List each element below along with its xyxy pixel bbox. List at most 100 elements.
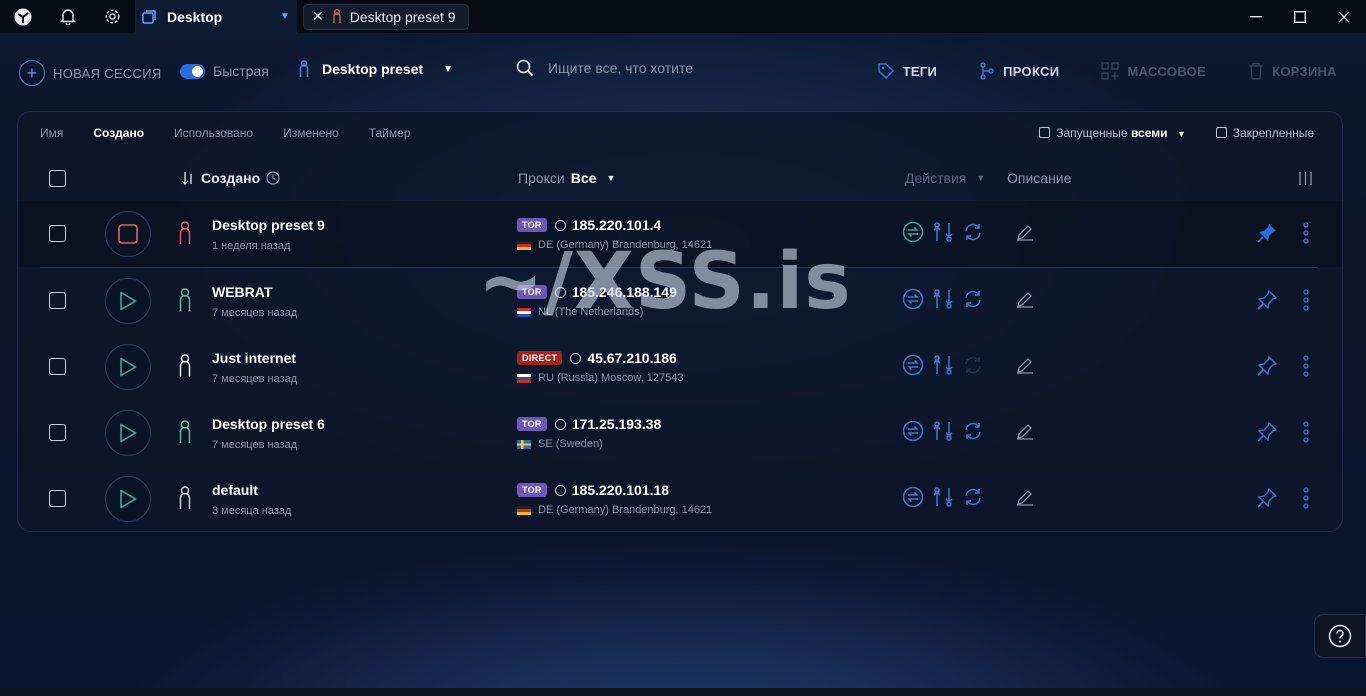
preset-selector[interactable]: Desktop preset ▼ — [298, 60, 453, 78]
pin-icon[interactable] — [1256, 289, 1278, 316]
pinned-checkbox[interactable] — [1215, 127, 1227, 138]
filter-options: Запущенные всеми ▼ Закрепленные — [1039, 126, 1314, 140]
more-options-icon[interactable] — [1303, 487, 1309, 514]
table-header: Создано Прокси Все ▼ Действия ▼ Описание — [18, 158, 1342, 200]
edit-description-icon[interactable] — [1016, 488, 1034, 511]
bell-icon[interactable] — [45, 0, 90, 33]
play-button[interactable] — [105, 278, 151, 324]
proxy-geo: RU (Russia) Moscow, 127543 — [517, 372, 684, 384]
session-name[interactable]: Desktop preset 9 — [212, 217, 325, 233]
maximize-icon[interactable] — [1278, 0, 1322, 33]
check-proxy-icon[interactable] — [902, 486, 924, 508]
select-all-checkbox[interactable] — [49, 170, 66, 187]
columns-settings-icon[interactable] — [1298, 171, 1313, 189]
table-row[interactable]: Desktop preset 6 7 месяцев назад TOR 171… — [18, 400, 1342, 466]
pinned-filter[interactable]: Закрепленные — [1215, 126, 1314, 140]
nav-proxy[interactable]: ПРОКСИ — [979, 62, 1059, 80]
proxy-column-header[interactable]: Прокси Все ▼ — [518, 170, 615, 186]
change-ip-icon[interactable] — [932, 486, 954, 508]
nav-proxy-label: ПРОКСИ — [1003, 63, 1060, 79]
play-button[interactable] — [105, 476, 151, 522]
tag-icon — [877, 63, 894, 79]
close-window-icon[interactable] — [1322, 0, 1366, 33]
pin-icon[interactable] — [1256, 421, 1278, 448]
minimize-icon[interactable] — [1234, 0, 1278, 33]
refresh-icon[interactable] — [962, 221, 984, 243]
sort-tab-used[interactable]: Использовано — [174, 126, 253, 140]
refresh-icon[interactable] — [962, 486, 984, 508]
sort-tab-name[interactable]: Имя — [40, 126, 63, 140]
running-scope[interactable]: всеми — [1131, 126, 1168, 140]
row-checkbox[interactable] — [49, 424, 66, 441]
change-ip-icon[interactable] — [932, 354, 954, 376]
edit-description-icon[interactable] — [1016, 356, 1034, 379]
edit-description-icon[interactable] — [1016, 223, 1034, 246]
quick-toggle[interactable]: Быстрая — [180, 63, 269, 79]
chevron-down-icon[interactable]: ▼ — [976, 173, 985, 183]
change-ip-icon[interactable] — [932, 420, 954, 442]
sort-tab-created[interactable]: Создано — [93, 126, 144, 140]
refresh-icon[interactable] — [962, 288, 984, 310]
session-age: 7 месяцев назад — [212, 307, 298, 319]
proxy-info: TOR 171.25.193.38 — [517, 416, 661, 432]
session-name[interactable]: Just internet — [212, 350, 296, 366]
chevron-down-icon[interactable]: ▼ — [606, 173, 615, 183]
chevron-down-icon[interactable]: ▼ — [1177, 129, 1186, 139]
session-age: 3 месяца назад — [212, 505, 292, 517]
change-ip-icon[interactable] — [932, 221, 954, 243]
gear-icon[interactable] — [90, 0, 135, 33]
nav-trash[interactable]: КОРЗИНА — [1248, 62, 1337, 80]
new-session-button[interactable]: + НОВАЯ СЕССИЯ — [19, 60, 162, 86]
check-proxy-icon[interactable] — [902, 420, 924, 442]
close-icon[interactable]: ✕ — [312, 8, 324, 25]
pin-icon[interactable] — [1256, 355, 1278, 382]
search-input[interactable]: Ищите все, что хотите — [548, 60, 693, 76]
session-name[interactable]: Desktop preset 6 — [212, 416, 325, 432]
sort-tab-timer[interactable]: Таймер — [369, 126, 411, 140]
toggle-switch[interactable] — [180, 63, 205, 79]
edit-description-icon[interactable] — [1016, 422, 1034, 445]
more-options-icon[interactable] — [1303, 222, 1309, 249]
play-button[interactable] — [105, 344, 151, 390]
play-button[interactable] — [105, 410, 151, 456]
row-checkbox[interactable] — [49, 358, 66, 375]
more-options-icon[interactable] — [1303, 421, 1309, 448]
running-checkbox[interactable] — [1039, 127, 1051, 138]
edit-description-icon[interactable] — [1016, 290, 1034, 313]
nav-bulk[interactable]: МАССОВОЕ — [1101, 62, 1206, 80]
proxy-type-badge: TOR — [517, 218, 547, 232]
more-options-icon[interactable] — [1303, 289, 1309, 316]
app-logo-icon[interactable] — [0, 0, 45, 33]
check-proxy-icon[interactable] — [902, 354, 924, 376]
tab-dropdown-caret[interactable]: ▼ — [273, 0, 297, 33]
geo-label: DE (Germany) Brandenburg, 14621 — [538, 504, 713, 516]
table-row[interactable]: default 3 месяца назад TOR 185.220.101.1… — [18, 466, 1342, 532]
table-row[interactable]: Just internet 7 месяцев назад DIRECT 45.… — [18, 334, 1342, 400]
pin-icon[interactable] — [1256, 222, 1278, 249]
tab-desktop-preset-9[interactable]: ✕ Desktop preset 9 — [303, 3, 469, 30]
sort-tab-modified[interactable]: Изменено — [283, 126, 339, 140]
proxy-geo: SE (Sweden) — [517, 438, 603, 450]
session-name[interactable]: WEBRAT — [212, 284, 272, 300]
proxy-filter-value[interactable]: Все — [571, 170, 597, 186]
change-ip-icon[interactable] — [932, 288, 954, 310]
actions-column-header[interactable]: Действия ▼ — [905, 170, 985, 186]
pin-icon[interactable] — [1256, 487, 1278, 514]
tab-desktop[interactable]: Desktop — [135, 0, 273, 33]
session-name[interactable]: default — [212, 482, 258, 498]
created-column-header[interactable]: Создано — [181, 170, 280, 186]
running-filter[interactable]: Запущенные всеми ▼ — [1039, 126, 1186, 140]
nav-tags[interactable]: ТЕГИ — [877, 62, 938, 80]
flag-ru-icon — [517, 373, 531, 383]
refresh-icon[interactable] — [962, 420, 984, 442]
grid-plus-icon — [1101, 62, 1120, 80]
search-box[interactable]: Ищите все, что хотите — [516, 59, 836, 77]
row-checkbox[interactable] — [49, 292, 66, 309]
row-checkbox[interactable] — [49, 225, 66, 242]
stop-button[interactable] — [105, 211, 151, 257]
more-options-icon[interactable] — [1303, 355, 1309, 382]
check-proxy-icon[interactable] — [902, 221, 924, 243]
check-proxy-icon[interactable] — [902, 288, 924, 310]
help-button[interactable] — [1314, 614, 1366, 658]
row-checkbox[interactable] — [49, 490, 66, 507]
